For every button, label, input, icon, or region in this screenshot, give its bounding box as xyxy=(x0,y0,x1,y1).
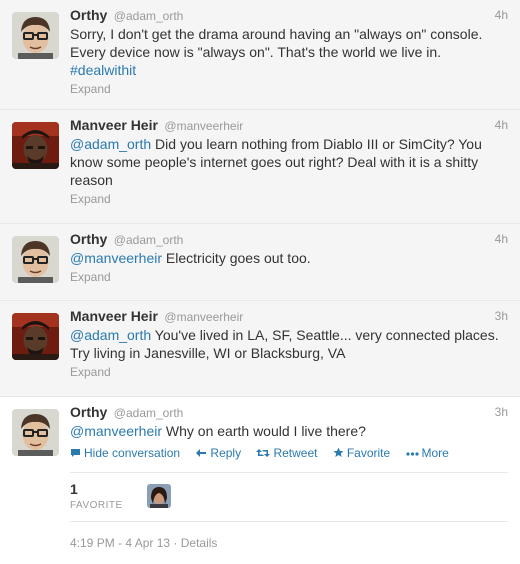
tweet[interactable]: Manveer Heir @manveerheir 4h @adam_orth … xyxy=(0,110,520,224)
tweet-meta: 4:19 PM - 4 Apr 13 · Details xyxy=(70,536,217,550)
author-name[interactable]: Orthy xyxy=(70,7,107,23)
tweet-text: @manveerheir Electricity goes out too. xyxy=(70,249,508,267)
tweet-text-body: Sorry, I don't get the drama around havi… xyxy=(70,26,483,60)
tweet-time[interactable]: 3h xyxy=(495,403,508,421)
reply-button[interactable]: Reply xyxy=(195,446,244,460)
retweet-icon xyxy=(256,449,271,457)
tweet-time[interactable]: 4h xyxy=(495,230,508,248)
tweet-time[interactable]: 4h xyxy=(495,6,508,24)
avatar[interactable] xyxy=(12,313,59,360)
tweet-text: @adam_orth Did you learn nothing from Di… xyxy=(70,135,508,189)
mention-link[interactable]: @manveerheir xyxy=(70,423,162,439)
tweet-text-body: Why on earth would I live there? xyxy=(162,423,366,439)
author-name[interactable]: Manveer Heir xyxy=(70,308,158,324)
separator: · xyxy=(170,536,181,550)
avatar[interactable] xyxy=(12,122,59,169)
author-handle[interactable]: @adam_orth xyxy=(114,9,184,23)
author-handle[interactable]: @adam_orth xyxy=(114,406,184,420)
tweet[interactable]: Manveer Heir @manveerheir 3h @adam_orth … xyxy=(0,301,520,397)
author-name[interactable]: Manveer Heir xyxy=(70,117,158,133)
dots-icon xyxy=(405,452,419,456)
tweet-time[interactable]: 4h xyxy=(495,116,508,134)
expand-link[interactable]: Expand xyxy=(70,82,508,97)
tweet-text: @adam_orth You've lived in LA, SF, Seatt… xyxy=(70,326,508,362)
avatar[interactable] xyxy=(12,12,59,59)
tweet-stats: 1 FAVORITE xyxy=(70,472,508,522)
more-label: More xyxy=(421,446,449,460)
favorite-button[interactable]: Favorite xyxy=(333,446,394,460)
expand-link[interactable]: Expand xyxy=(70,270,508,285)
author-handle[interactable]: @adam_orth xyxy=(114,233,184,247)
timestamp[interactable]: 4:19 PM - 4 Apr 13 xyxy=(70,536,170,550)
reply-label: Reply xyxy=(210,446,242,460)
hide-label: Hide conversation xyxy=(84,446,181,460)
author-handle[interactable]: @manveerheir xyxy=(164,310,243,324)
details-link[interactable]: Details xyxy=(181,536,218,550)
more-button[interactable]: More xyxy=(405,446,449,460)
tweet[interactable]: Orthy @adam_orth 4h @manveerheir Electri… xyxy=(0,224,520,301)
tweet-text: Sorry, I don't get the drama around havi… xyxy=(70,25,508,79)
author-name[interactable]: Orthy xyxy=(70,404,107,420)
tweet[interactable]: Orthy @adam_orth 4h Sorry, I don't get t… xyxy=(0,0,520,110)
tweet-actions: Hide conversation Reply Retweet Favorite… xyxy=(70,446,508,461)
tweet-time[interactable]: 3h xyxy=(495,307,508,325)
retweet-label: Retweet xyxy=(273,446,318,460)
avatar[interactable] xyxy=(12,409,59,456)
favorite-label: Favorite xyxy=(346,446,391,460)
reply-arrow-icon xyxy=(196,449,207,457)
retweet-button[interactable]: Retweet xyxy=(256,446,320,460)
mention-link[interactable]: @adam_orth xyxy=(70,136,151,152)
star-icon xyxy=(333,447,344,457)
author-handle[interactable]: @manveerheir xyxy=(164,119,243,133)
mention-link[interactable]: @adam_orth xyxy=(70,327,151,343)
avatar[interactable] xyxy=(12,236,59,283)
expand-link[interactable]: Expand xyxy=(70,192,508,207)
favoriter-avatar[interactable] xyxy=(147,484,171,508)
mention-link[interactable]: @manveerheir xyxy=(70,250,162,266)
hide-conversation-button[interactable]: Hide conversation xyxy=(70,446,183,460)
favorite-count-label: FAVORITE xyxy=(70,500,123,511)
hashtag-link[interactable]: #dealwithit xyxy=(70,62,136,78)
favorite-count[interactable]: 1 xyxy=(70,481,78,497)
author-name[interactable]: Orthy xyxy=(70,231,107,247)
expand-link[interactable]: Expand xyxy=(70,365,508,380)
tweet-text: @manveerheir Why on earth would I live t… xyxy=(70,422,508,440)
tweet-text-body: Electricity goes out too. xyxy=(162,250,311,266)
speech-bubble-icon xyxy=(71,449,80,457)
